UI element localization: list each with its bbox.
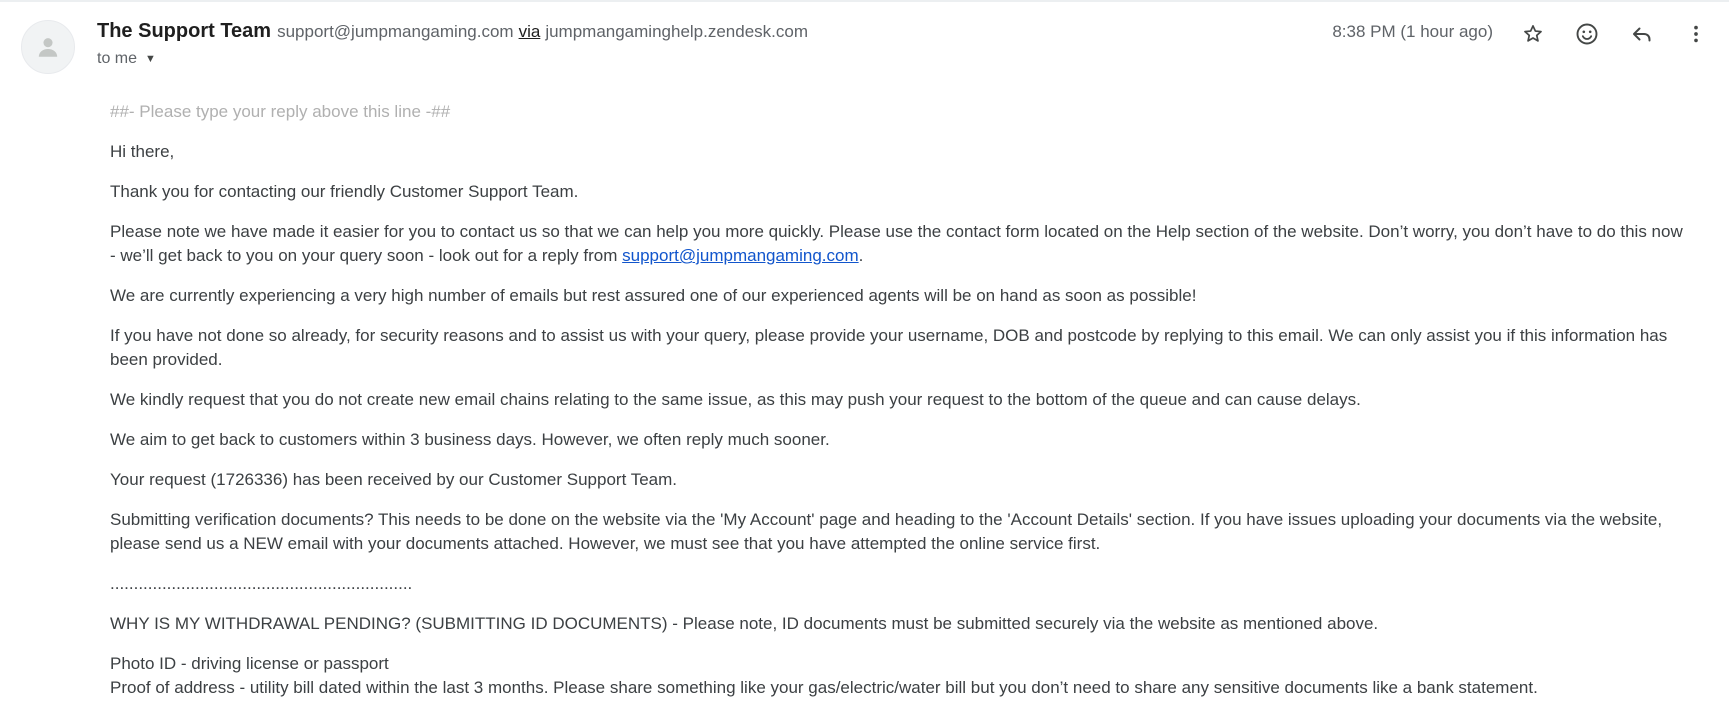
photo-id-line: Photo ID - driving license or passport (110, 654, 389, 673)
thanks-paragraph: Thank you for contacting our friendly Cu… (110, 182, 579, 201)
contact-text: Please note we have made it easier for y… (110, 222, 1683, 265)
proof-of-address-line: Proof of address - utility bill dated wi… (110, 678, 1538, 697)
email-chains-paragraph: We kindly request that you do not create… (110, 390, 1361, 409)
add-reaction-button[interactable] (1569, 16, 1605, 52)
caret-down-icon[interactable]: ▼ (145, 53, 156, 65)
response-time-paragraph: We aim to get back to customers within 3… (110, 430, 830, 449)
volume-paragraph: We are currently experiencing a very hig… (110, 286, 1197, 305)
contact-paragraph: Please note we have made it easier for y… (110, 220, 1690, 268)
star-button[interactable] (1515, 16, 1551, 52)
withdrawal-heading: WHY IS MY WITHDRAWAL PENDING? (SUBMITTIN… (110, 614, 1379, 633)
emoji-icon (1576, 23, 1598, 45)
more-options-button[interactable] (1678, 16, 1714, 52)
sender-avatar[interactable] (21, 20, 75, 74)
sender-line: The Support Team support@jumpmangaming.c… (97, 20, 808, 46)
via-domain: jumpmangaminghelp.zendesk.com (545, 22, 809, 41)
message-timestamp: 8:38 PM (1 hour ago) (1332, 22, 1493, 41)
message-body: ##- Please type your reply above this li… (110, 100, 1690, 700)
greeting: Hi there, (110, 142, 175, 161)
security-paragraph: If you have not done so already, for sec… (110, 326, 1668, 369)
contact-text-end: . (858, 246, 864, 265)
reply-above-line: ##- Please type your reply above this li… (110, 102, 451, 121)
request-received-paragraph: Your request (1726336) has been received… (110, 470, 678, 489)
person-icon (38, 38, 58, 57)
star-icon (1524, 25, 1542, 42)
dotted-separator: ........................................… (110, 574, 413, 593)
support-email-link[interactable]: support@jumpmangaming.com (622, 246, 858, 265)
reply-button[interactable] (1624, 16, 1660, 52)
more-vert-icon (1694, 25, 1698, 43)
recipient-line: to me ▼ (97, 50, 156, 68)
verification-paragraph: Submitting verification documents? This … (110, 510, 1663, 553)
sender-email: support@jumpmangaming.com (277, 22, 514, 41)
via-link[interactable]: via (519, 22, 541, 42)
sender-name[interactable]: The Support Team (97, 20, 271, 43)
top-divider (0, 0, 1729, 2)
recipient-label: to me (97, 50, 138, 67)
reply-icon (1633, 27, 1651, 42)
